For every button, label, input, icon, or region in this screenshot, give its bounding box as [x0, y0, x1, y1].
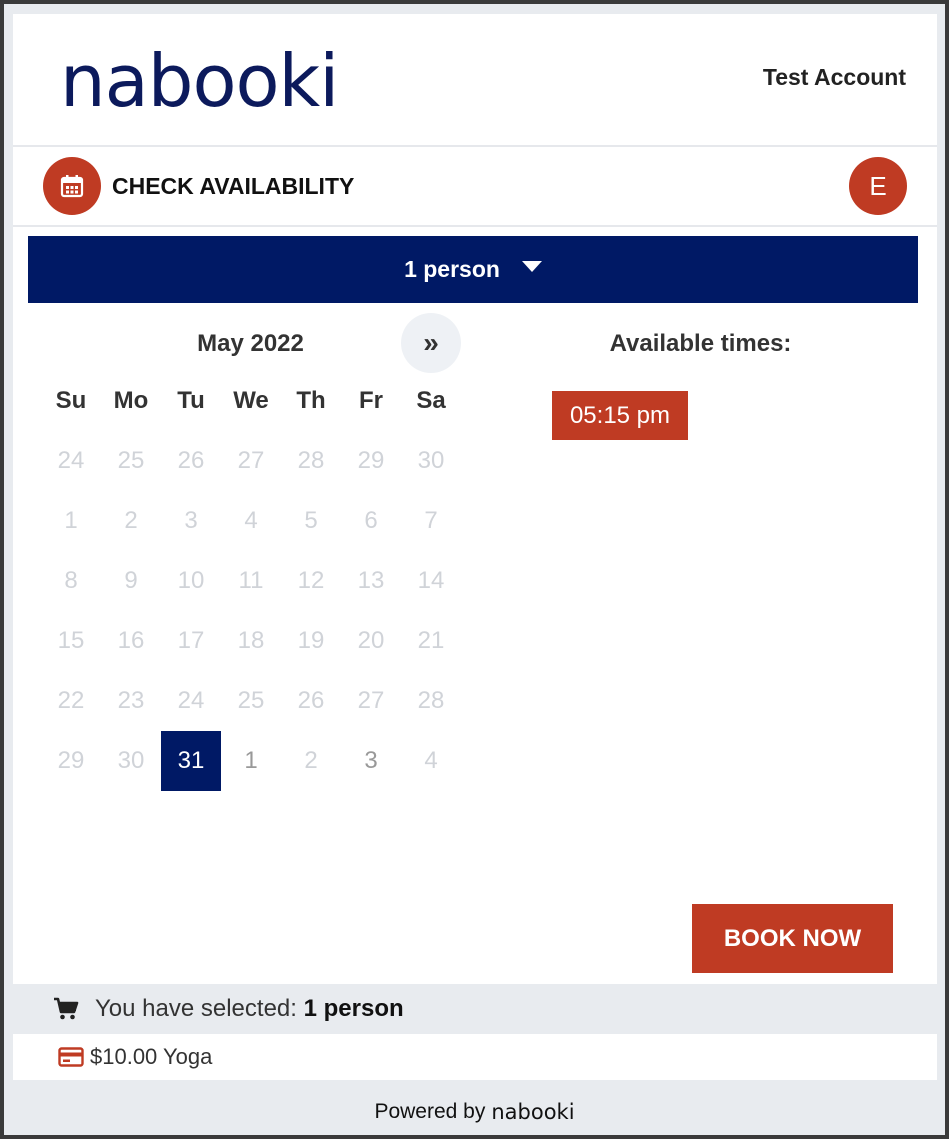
calendar-day: 3	[184, 507, 198, 534]
weekday-label: Fr	[359, 387, 383, 414]
summary-text: You have selected: 1 person	[95, 994, 404, 1022]
next-month-button[interactable]: »	[401, 313, 461, 373]
person-count-label: 1 person	[404, 256, 500, 282]
calendar-day: 22	[57, 687, 85, 714]
weekday-header: Su Mo Tu We Th Fr Sa	[41, 371, 461, 431]
calendar-day: 25	[117, 447, 145, 474]
calendar-day: 12	[297, 567, 325, 594]
check-availability-title: CHECK AVAILABILITY	[112, 173, 355, 199]
calendar-day: 26	[177, 447, 205, 474]
weekday-label: Sa	[416, 387, 446, 414]
calendar-day: 16	[117, 627, 145, 654]
calendar-day: 20	[357, 627, 385, 654]
summary-selection: 1 person	[303, 994, 404, 1022]
widget-frame: nabooki Test Account CHECK AVAILABILITY …	[4, 4, 945, 1135]
calendar-day: 5	[304, 507, 318, 534]
nabooki-logo: nabooki	[60, 39, 339, 123]
calendar-day[interactable]: 1	[221, 731, 281, 791]
calendar-day: 27	[357, 687, 385, 714]
user-avatar[interactable]: E	[849, 157, 907, 215]
calendar-day: 26	[297, 687, 325, 714]
calendar-day: 24	[57, 447, 85, 474]
calendar-day: 28	[297, 447, 325, 474]
calendar-day: 21	[417, 627, 445, 654]
calendar-week-row: 1 2 3 4 5 6 7	[41, 491, 461, 551]
calendar-day: 30	[117, 747, 145, 774]
calendar-week-row: 29 30 31 1 2 3 4	[41, 731, 461, 791]
weekday-label: Su	[55, 387, 87, 414]
calendar-day: 27	[237, 447, 265, 474]
weekday-label: Mo	[113, 387, 149, 414]
header: nabooki Test Account	[13, 14, 937, 147]
footer-brand[interactable]: nabooki	[491, 1100, 574, 1124]
calendar-grid: Su Mo Tu We Th Fr Sa 24 25 26 27 28 29 30 1 2 3 4 5 6 7 8 9 10…	[41, 371, 461, 791]
calendar-week-row: 15 16 17 18 19 20 21	[41, 611, 461, 671]
calendar-week-row: 22 23 24 25 26 27 28	[41, 671, 461, 731]
calendar-day: 14	[417, 567, 445, 594]
calendar-day: 10	[177, 567, 205, 594]
calendar-day: 11	[238, 567, 264, 594]
weekday-label: Tu	[177, 387, 205, 414]
calendar-icon	[43, 157, 101, 215]
cart-icon	[54, 997, 79, 1019]
calendar-day: 28	[417, 687, 445, 714]
book-now-button[interactable]: BOOK NOW	[692, 904, 893, 973]
calendar-day: 25	[237, 687, 265, 714]
calendar-month-label: May 2022	[197, 330, 304, 357]
calendar-day: 2	[304, 747, 318, 774]
account-name[interactable]: Test Account	[763, 64, 906, 91]
calendar-day-selected[interactable]: 31	[161, 731, 221, 791]
calendar-day: 13	[357, 567, 385, 594]
person-count-dropdown[interactable]: 1 person	[28, 236, 918, 303]
calendar-day: 24	[177, 687, 205, 714]
calendar-day: 17	[177, 627, 205, 654]
calendar-day: 23	[117, 687, 145, 714]
calendar-day: 19	[297, 627, 325, 654]
calendar-day: 9	[124, 567, 138, 594]
calendar-day: 15	[57, 627, 85, 654]
price-line: $10.00 Yoga	[13, 1034, 937, 1080]
calendar-day: 6	[364, 507, 378, 534]
calendar-week-row: 8 9 10 11 12 13 14	[41, 551, 461, 611]
available-times-title: Available times:	[609, 330, 792, 357]
calendar-day: 30	[417, 447, 445, 474]
calendar-day: 2	[124, 507, 138, 534]
calendar-day: 1	[64, 507, 78, 534]
selection-summary: You have selected: 1 person	[13, 984, 937, 1033]
caret-down-icon	[521, 261, 542, 272]
weekday-label: Th	[296, 387, 326, 414]
powered-by-text: Powered by	[374, 1100, 486, 1123]
footer: Powered by nabooki	[4, 1100, 945, 1124]
credit-card-icon	[58, 1047, 84, 1067]
calendar-week-row: 24 25 26 27 28 29 30	[41, 431, 461, 491]
time-slot-button[interactable]: 05:15 pm	[552, 391, 688, 440]
price-text: $10.00 Yoga	[90, 1044, 213, 1069]
calendar-day: 18	[237, 627, 265, 654]
svg-text:nabooki: nabooki	[60, 39, 338, 123]
calendar-day: 4	[244, 507, 258, 534]
calendar-day: 29	[57, 747, 85, 774]
calendar-day: 7	[424, 507, 438, 534]
calendar-day: 8	[64, 567, 78, 594]
booking-card: nabooki Test Account CHECK AVAILABILITY …	[13, 14, 937, 984]
calendar-day[interactable]: 3	[341, 731, 401, 791]
calendar-day: 29	[357, 447, 385, 474]
calendar-day: 4	[424, 747, 438, 774]
weekday-label: We	[233, 387, 269, 414]
check-availability-bar: CHECK AVAILABILITY E	[13, 147, 937, 227]
